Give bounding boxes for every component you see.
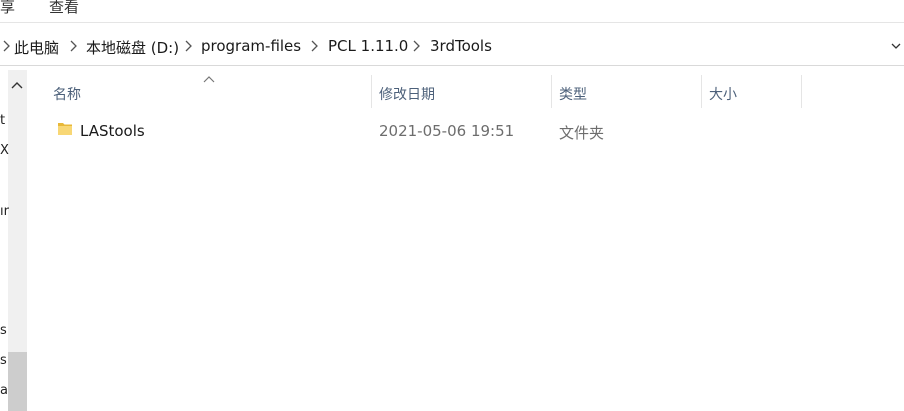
nav-item-label[interactable]: ır (0, 204, 9, 219)
column-divider[interactable] (701, 75, 702, 108)
folder-icon (58, 123, 72, 135)
address-bar[interactable]: 此电脑 本地磁盘 (D:) program-files PCL 1.11.0 3… (0, 28, 904, 66)
chevron-right-icon[interactable] (0, 39, 12, 53)
chevron-right-icon[interactable] (182, 39, 194, 53)
nav-item-label[interactable]: X (0, 143, 9, 158)
breadcrumb-this-pc[interactable]: 此电脑 (14, 37, 59, 58)
chevron-right-icon[interactable] (410, 39, 422, 53)
breadcrumb-local-disk[interactable]: 本地磁盘 (D:) (86, 37, 179, 58)
nav-scroll-thumb[interactable] (8, 352, 27, 411)
tab-view[interactable]: 查看 (49, 0, 79, 17)
breadcrumb-pcl[interactable]: PCL 1.11.0 (328, 37, 408, 55)
chevron-right-icon[interactable] (67, 39, 79, 53)
column-divider[interactable] (801, 75, 802, 108)
file-type: 文件夹 (559, 124, 605, 142)
column-divider[interactable] (371, 75, 372, 108)
chevron-down-icon[interactable] (890, 41, 902, 51)
column-header-size[interactable]: 大小 (709, 84, 737, 104)
column-header-name[interactable]: 名称 (53, 84, 81, 104)
file-date: 2021-05-06 19:51 (379, 122, 515, 140)
file-name[interactable]: LAStools (80, 122, 145, 140)
file-row[interactable]: LAStools 2021-05-06 19:51 文件夹 (44, 115, 804, 145)
nav-item-label[interactable]: a (0, 383, 8, 398)
scroll-up-icon[interactable] (10, 80, 24, 90)
nav-item-label[interactable]: s (0, 353, 7, 368)
chevron-right-icon[interactable] (308, 39, 320, 53)
nav-item-label[interactable]: t (0, 113, 5, 128)
nav-item-label[interactable]: s (0, 323, 7, 338)
breadcrumb-program-files[interactable]: program-files (201, 37, 301, 55)
column-header-date[interactable]: 修改日期 (379, 84, 435, 104)
column-header-type[interactable]: 类型 (559, 84, 587, 104)
breadcrumb-3rdtools[interactable]: 3rdTools (430, 37, 492, 55)
ribbon-divider (0, 22, 904, 23)
sort-ascending-icon (203, 76, 215, 83)
column-divider[interactable] (551, 75, 552, 108)
tab-share[interactable]: 享 (0, 0, 15, 17)
